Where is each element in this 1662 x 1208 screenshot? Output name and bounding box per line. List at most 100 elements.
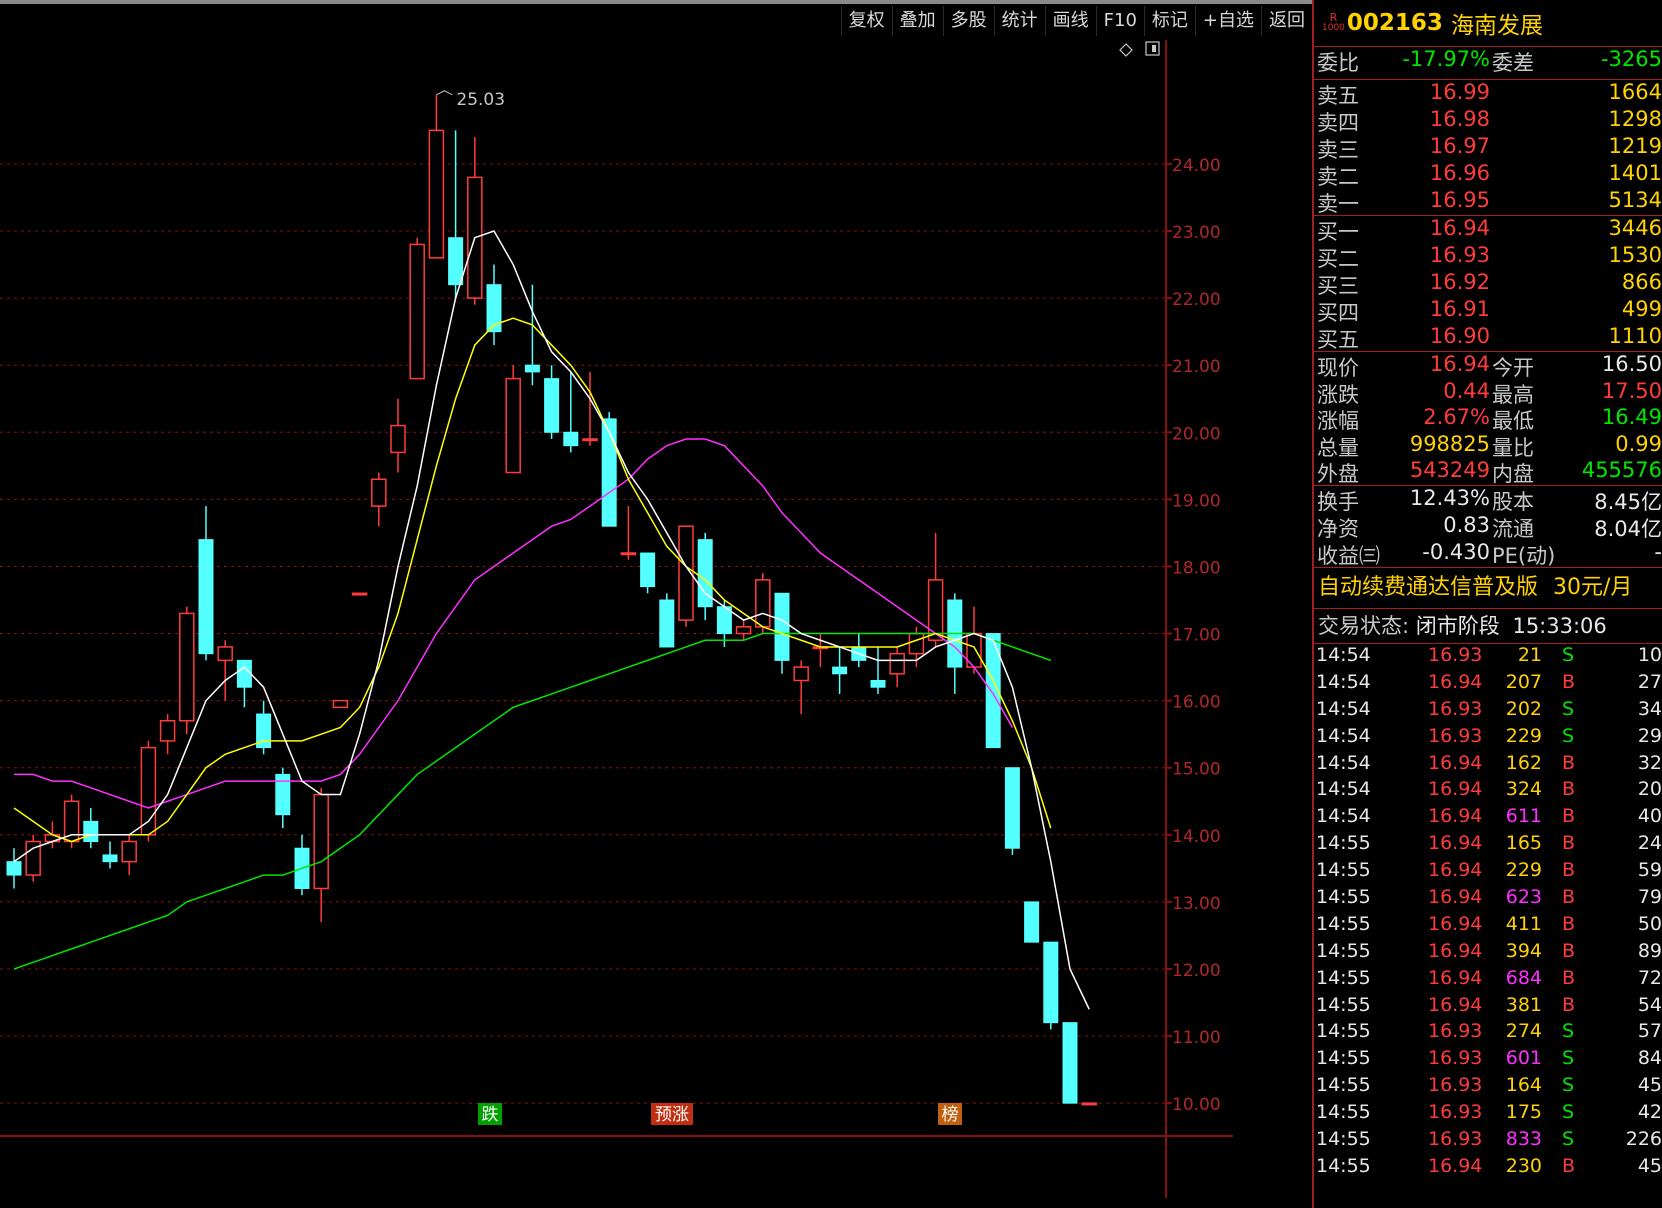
- tick-volume: 175: [1505, 1101, 1542, 1124]
- ask-row[interactable]: 卖三 16.97 1219: [1314, 134, 1662, 162]
- candle-body-down: [198, 539, 214, 655]
- ask-label: 卖四: [1317, 111, 1359, 135]
- candle-body-down: [640, 552, 656, 588]
- candle-body-up: [390, 424, 406, 454]
- overlay-button[interactable]: 叠加: [891, 6, 943, 36]
- ma10-line: [13, 317, 1052, 843]
- stock-name: 海南发展: [1450, 13, 1543, 39]
- kline-chart[interactable]: 24.00 23.00 22.00 21.00 20.00 19.00 18.00 17.00…: [0, 40, 1233, 1198]
- draw-line-button[interactable]: 画线: [1044, 6, 1096, 36]
- quote-label: 涨幅: [1317, 409, 1359, 434]
- tick-side: S: [1562, 643, 1575, 666]
- tick-time: 14:55: [1316, 993, 1371, 1016]
- quote-value: 543249: [1409, 458, 1490, 483]
- tick-count: 32: [1637, 751, 1662, 774]
- bid-price: 16.91: [1429, 297, 1490, 321]
- y-tick-label: 23.00: [1172, 223, 1221, 243]
- ad-price: 30元/月: [1553, 574, 1633, 600]
- tick-time: 14:55: [1316, 1101, 1371, 1124]
- tick-row: 14:55 16.94 623 B 79: [1314, 886, 1662, 913]
- bid-row[interactable]: 买一 16.94 3446: [1314, 216, 1662, 244]
- y-tick-label: 20.00: [1172, 424, 1221, 444]
- tick-volume: 202: [1505, 697, 1542, 720]
- ask-label: 卖五: [1317, 84, 1359, 108]
- ask-label: 卖二: [1317, 165, 1359, 189]
- candle-body-down: [524, 364, 540, 373]
- statistics-button[interactable]: 统计: [993, 6, 1045, 36]
- candle-body-down: [448, 237, 464, 286]
- ask-volume: 5134: [1608, 188, 1662, 212]
- back-button[interactable]: 返回: [1261, 6, 1312, 36]
- restore-rights-button[interactable]: 复权: [840, 6, 892, 36]
- candle-body-down: [236, 659, 252, 688]
- tick-time: 14:54: [1316, 670, 1371, 693]
- quote-value: 0.44: [1443, 378, 1490, 403]
- subscription-ad[interactable]: 自动续费通达信普及版 30元/月: [1314, 566, 1662, 608]
- tick-volume: 381: [1505, 993, 1542, 1016]
- ask-row[interactable]: 卖二 16.96 1401: [1314, 161, 1662, 189]
- tick-row: 14:55 16.93 601 S 84: [1314, 1047, 1662, 1074]
- weicha-label: 委差: [1492, 51, 1534, 75]
- tick-side: B: [1562, 805, 1576, 828]
- tick-side: S: [1562, 1047, 1575, 1070]
- fund-label: 净资: [1317, 516, 1359, 541]
- quote-panel: R 1000 002163 海南发展 委比 -17.97% 委差 -3265 卖…: [1312, 0, 1662, 1208]
- tick-volume: 229: [1505, 859, 1542, 882]
- stock-title: R 1000 002163 海南发展: [1314, 0, 1662, 46]
- tick-count: 40: [1637, 805, 1662, 828]
- tick-time: 14:55: [1316, 1154, 1371, 1177]
- weibi-label: 委比: [1317, 51, 1359, 75]
- quote-label: 现价: [1317, 356, 1359, 380]
- candle-body-up: [505, 377, 521, 474]
- quote-value-2: 17.50: [1601, 378, 1662, 403]
- quote-value: 998825: [1409, 431, 1490, 456]
- bid-volume: 1110: [1608, 324, 1662, 348]
- ask-row[interactable]: 卖四 16.98 1298: [1314, 107, 1662, 135]
- multi-stock-button[interactable]: 多股: [942, 6, 994, 36]
- tick-price: 16.94: [1428, 885, 1483, 908]
- tick-volume: 611: [1505, 805, 1542, 828]
- tick-count: 54: [1637, 993, 1662, 1016]
- ma20-line: [14, 438, 1014, 809]
- tick-price: 16.93: [1428, 724, 1483, 747]
- quote-summary: 现价 16.94 今开 16.50 涨跌 0.44 最高 17.50 涨幅 2.67% 最低 16.4…: [1314, 351, 1662, 487]
- quote-label-2: 最高: [1492, 382, 1534, 407]
- tick-time: 14:55: [1316, 1047, 1371, 1070]
- bid-price: 16.92: [1429, 270, 1490, 294]
- candle-body-up: [179, 612, 195, 722]
- add-watchlist-button[interactable]: +自选: [1194, 6, 1261, 36]
- quote-label: 外盘: [1317, 462, 1359, 487]
- bid-row[interactable]: 买三 16.92 866: [1314, 270, 1662, 298]
- tick-time: 14:54: [1316, 724, 1371, 747]
- tick-count: 72: [1637, 966, 1662, 989]
- ask-row[interactable]: 卖五 16.99 1664: [1314, 80, 1662, 108]
- quote-value-2: 0.99: [1615, 431, 1662, 456]
- stock-code: 002163: [1346, 10, 1443, 36]
- y-tick-label: 18.00: [1172, 558, 1221, 578]
- tick-row: 14:55 16.94 394 B 89: [1314, 940, 1662, 967]
- candle-body-down: [83, 820, 99, 843]
- f10-button[interactable]: F10: [1095, 6, 1144, 36]
- bid-volume: 499: [1621, 297, 1662, 321]
- bid-label: 买一: [1317, 220, 1359, 244]
- mark-button[interactable]: 标记: [1143, 6, 1195, 36]
- diamond-icon: [1119, 43, 1133, 57]
- candle-body-down: [1004, 767, 1020, 849]
- bid-row[interactable]: 买二 16.93 1530: [1314, 243, 1662, 271]
- candle-body-down: [1024, 901, 1040, 943]
- tick-volume: 230: [1505, 1154, 1542, 1177]
- tick-side: B: [1562, 832, 1576, 855]
- bid-row[interactable]: 买四 16.91 499: [1314, 297, 1662, 325]
- ask-price: 16.96: [1429, 161, 1490, 185]
- y-tick-label: 24.00: [1172, 156, 1221, 176]
- fund-label: 换手: [1317, 489, 1359, 514]
- fund-value-2: -: [1654, 539, 1662, 564]
- bid-row[interactable]: 买五 16.90 1110: [1314, 324, 1662, 352]
- ask-volume: 1219: [1608, 134, 1662, 158]
- candle-body-up: [620, 552, 637, 556]
- fund-value: 0.83: [1443, 512, 1490, 537]
- tick-count: 10: [1637, 643, 1662, 666]
- weicha-value: -3265: [1600, 47, 1662, 71]
- ask-row[interactable]: 卖一 16.95 5134: [1314, 188, 1662, 216]
- candle-body-down: [102, 854, 118, 863]
